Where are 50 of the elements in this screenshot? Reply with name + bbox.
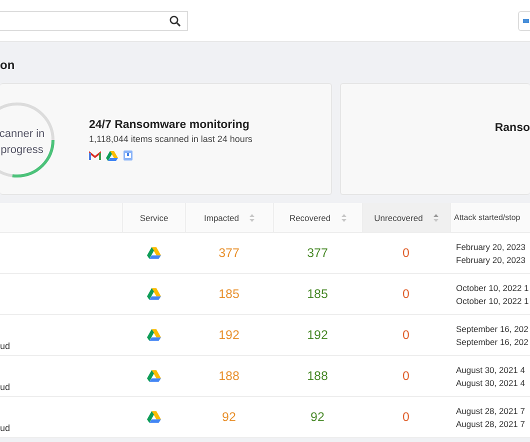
table-cell: September 16, 202 (456, 336, 528, 346)
table-cell: 192 (218, 328, 240, 342)
mail-icon (89, 150, 101, 160)
table-cell: 0 (402, 328, 410, 342)
table-cell: ud (0, 341, 10, 351)
drive-icon (106, 150, 118, 160)
scanner-status: canner in (0, 127, 45, 142)
table-cell: August 30, 2021 4 (456, 364, 526, 374)
scanner-status: progress (0, 143, 44, 158)
table-cell: August 28, 2021 7 (456, 418, 526, 428)
drive-icon (146, 329, 160, 341)
card-subtitle: 1,118,044 items scanned in last 24 hours (89, 134, 252, 144)
table-cell: 192 (307, 328, 328, 342)
table-cell: 188 (218, 369, 240, 383)
table-cell: September 16, 202 (456, 324, 528, 334)
table-cell: February 20, 2023 (456, 254, 526, 264)
card-title: Ranso (494, 121, 530, 136)
column-header[interactable]: Attack started/stop (450, 203, 530, 232)
column-header[interactable]: Unrecovered (362, 203, 450, 232)
drive-icon (146, 247, 160, 259)
app-icon (522, 16, 530, 24)
table-cell: 185 (307, 287, 328, 301)
table-cell: 185 (218, 287, 240, 301)
drive-icon (146, 288, 160, 300)
table-cell: October 10, 2022 1 (456, 282, 529, 292)
card-title: 24/7 Ransomware monitoring (89, 118, 250, 133)
table-cell: ud (0, 382, 10, 392)
column-header[interactable]: Impacted (185, 203, 273, 232)
column-header[interactable]: Service (122, 203, 185, 232)
table-cell: October 10, 2022 1 (456, 296, 529, 306)
table-cell: 377 (218, 246, 240, 260)
drive-icon (146, 411, 160, 423)
calendar-icon (123, 150, 133, 161)
table-cell: 92 (222, 410, 236, 424)
table-cell: 188 (307, 369, 328, 383)
section-title: on (0, 58, 16, 74)
toolbar-button[interactable] (518, 10, 530, 30)
table-cell: August 28, 2021 7 (456, 406, 526, 416)
table-cell: 0 (402, 410, 410, 424)
table-cell: August 30, 2021 4 (456, 378, 526, 388)
table-cell: 92 (310, 410, 324, 424)
table-cell: 0 (402, 246, 410, 260)
table-cell: 0 (402, 287, 410, 301)
table-cell: February 20, 2023 (456, 242, 526, 252)
search-icon (169, 14, 181, 26)
table-cell: 0 (402, 369, 410, 383)
drive-icon (146, 370, 160, 382)
search-field[interactable] (0, 10, 188, 30)
table-cell: 377 (307, 246, 328, 260)
table-cell: ud (0, 423, 10, 433)
